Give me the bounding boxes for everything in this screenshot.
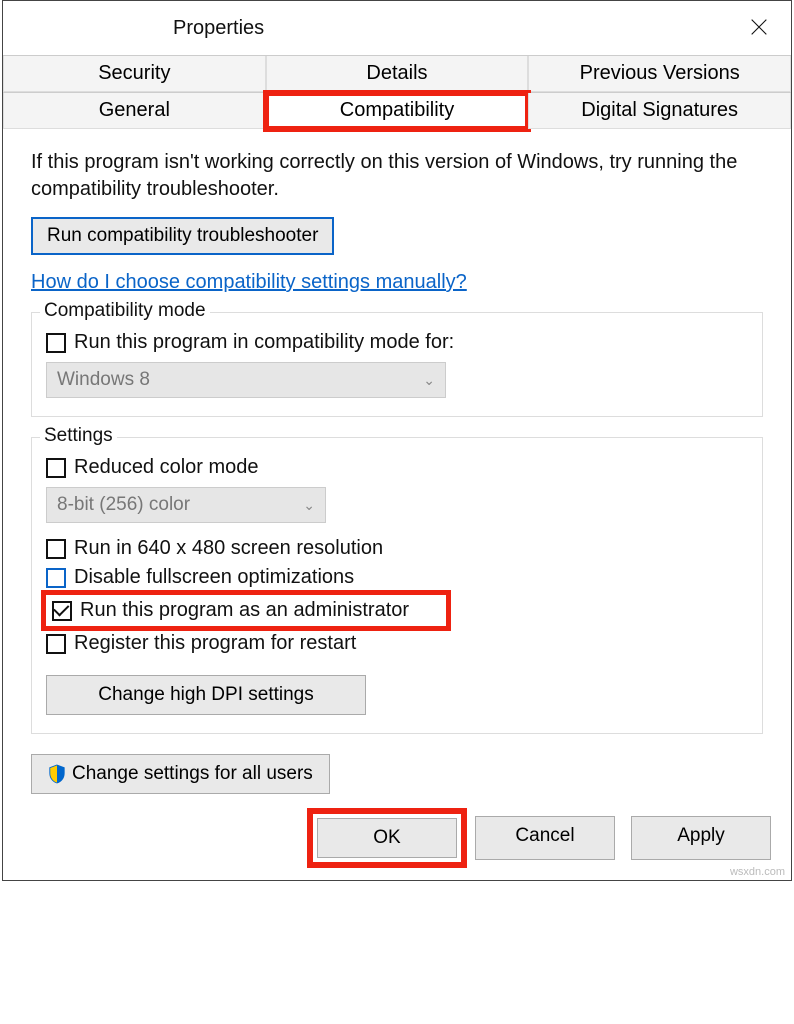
close-icon bbox=[748, 16, 770, 38]
settings-group: Settings Reduced color mode 8-bit (256) … bbox=[31, 437, 763, 734]
ok-button[interactable]: OK bbox=[317, 818, 457, 858]
compat-mode-select-value: Windows 8 bbox=[57, 369, 150, 391]
chevron-down-icon: ⌄ bbox=[303, 497, 315, 514]
disable-fullscreen-label: Disable fullscreen optimizations bbox=[74, 566, 354, 589]
tab-security[interactable]: Security bbox=[3, 56, 266, 92]
compat-mode-select[interactable]: Windows 8 ⌄ bbox=[46, 362, 446, 398]
chevron-down-icon: ⌄ bbox=[423, 372, 435, 389]
tab-compatibility[interactable]: Compatibility bbox=[266, 93, 529, 129]
settings-legend: Settings bbox=[40, 425, 117, 447]
tab-row-2: General Compatibility Digital Signatures bbox=[3, 92, 791, 129]
properties-dialog: Properties Security Details Previous Ver… bbox=[2, 0, 792, 881]
compat-mode-checkbox[interactable] bbox=[46, 333, 66, 353]
dialog-footer: OK Cancel Apply bbox=[3, 804, 791, 880]
change-dpi-button[interactable]: Change high DPI settings bbox=[46, 675, 366, 715]
cancel-button[interactable]: Cancel bbox=[475, 816, 615, 860]
manual-settings-link[interactable]: How do I choose compatibility settings m… bbox=[31, 271, 467, 294]
tab-row-1: Security Details Previous Versions bbox=[3, 55, 791, 92]
register-restart-checkbox[interactable] bbox=[46, 634, 66, 654]
tab-content: If this program isn't working correctly … bbox=[3, 129, 791, 804]
reduced-color-checkbox[interactable] bbox=[46, 458, 66, 478]
watermark: wsxdn.com bbox=[730, 866, 785, 878]
compatibility-mode-legend: Compatibility mode bbox=[40, 300, 210, 322]
run-as-admin-checkbox[interactable] bbox=[52, 601, 72, 621]
tab-general[interactable]: General bbox=[3, 93, 266, 129]
disable-fullscreen-checkbox[interactable] bbox=[46, 568, 66, 588]
compat-mode-label: Run this program in compatibility mode f… bbox=[74, 331, 454, 354]
low-res-checkbox[interactable] bbox=[46, 539, 66, 559]
color-depth-select[interactable]: 8-bit (256) color ⌄ bbox=[46, 487, 326, 523]
ok-highlight: OK bbox=[315, 816, 459, 860]
close-button[interactable] bbox=[743, 11, 775, 43]
intro-text: If this program isn't working correctly … bbox=[31, 149, 763, 203]
low-res-label: Run in 640 x 480 screen resolution bbox=[74, 537, 383, 560]
change-all-users-label: Change settings for all users bbox=[72, 763, 313, 785]
window-title: Properties bbox=[173, 17, 264, 40]
register-restart-label: Register this program for restart bbox=[74, 632, 356, 655]
tab-previous-versions[interactable]: Previous Versions bbox=[528, 56, 791, 92]
tab-details[interactable]: Details bbox=[266, 56, 529, 92]
run-as-admin-label: Run this program as an administrator bbox=[80, 599, 409, 622]
titlebar: Properties bbox=[3, 1, 791, 55]
apply-button[interactable]: Apply bbox=[631, 816, 771, 860]
compatibility-mode-group: Compatibility mode Run this program in c… bbox=[31, 312, 763, 417]
reduced-color-label: Reduced color mode bbox=[74, 456, 259, 479]
tab-digital-signatures[interactable]: Digital Signatures bbox=[528, 93, 791, 129]
shield-icon bbox=[48, 764, 66, 784]
run-troubleshooter-button[interactable]: Run compatibility troubleshooter bbox=[31, 217, 334, 255]
change-all-users-button[interactable]: Change settings for all users bbox=[31, 754, 330, 794]
run-as-admin-row: Run this program as an administrator bbox=[46, 595, 446, 626]
color-depth-value: 8-bit (256) color bbox=[57, 494, 190, 516]
